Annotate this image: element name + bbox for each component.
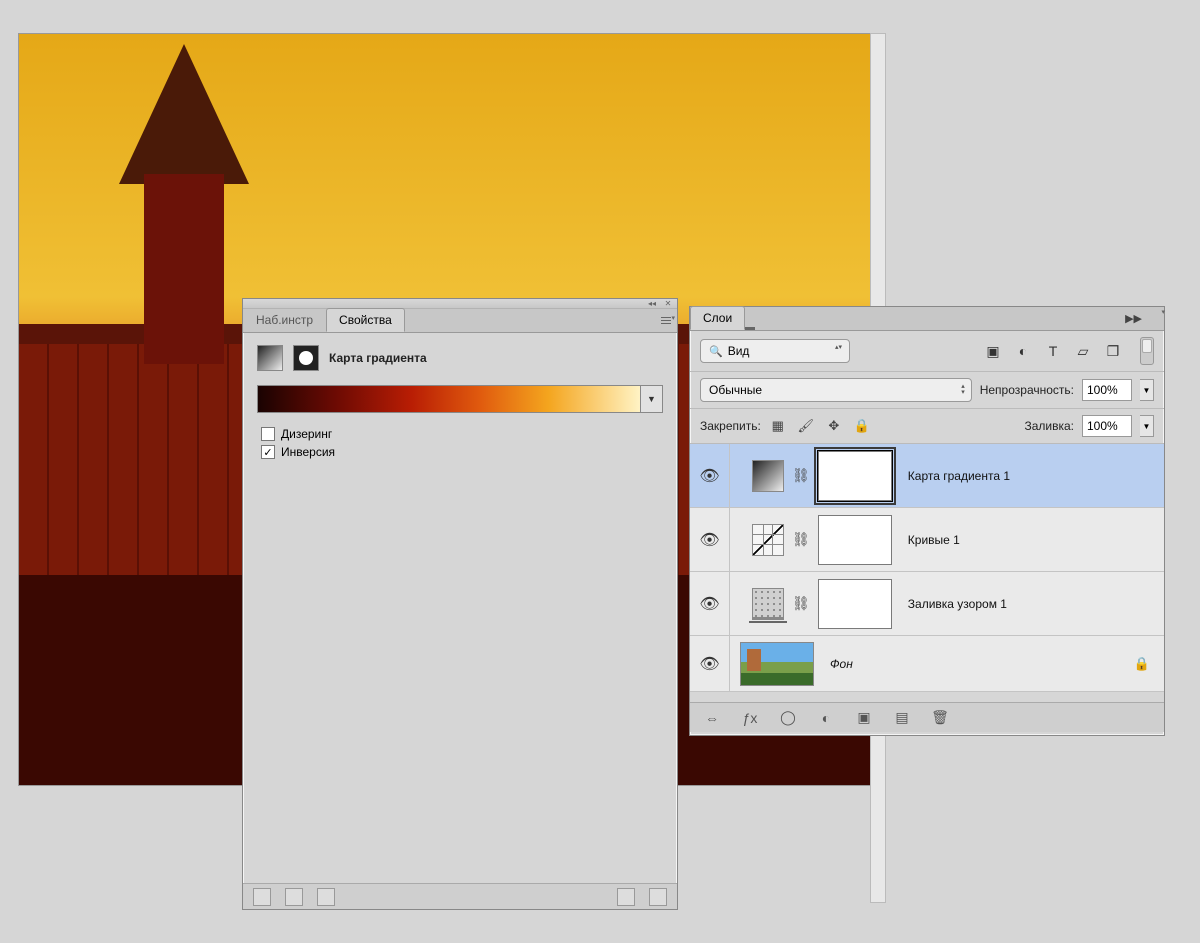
dither-label: Дизеринг bbox=[281, 427, 332, 441]
adjustment-header: Карта градиента bbox=[257, 345, 663, 371]
gradient-picker-dropdown[interactable]: ▼ bbox=[641, 385, 663, 413]
layer-thumb-background[interactable] bbox=[740, 642, 814, 686]
layers-blend-bar: Обычные Непрозрачность: 100% ▼ bbox=[690, 372, 1164, 409]
dither-checkbox-row[interactable]: Дизеринг bbox=[261, 427, 663, 441]
opacity-input[interactable]: 100% bbox=[1082, 379, 1132, 401]
filter-smartobject-icon[interactable]: ❐ bbox=[1104, 343, 1122, 359]
delete-layer-icon[interactable]: 🗑 bbox=[930, 708, 950, 728]
visibility-toggle-icon[interactable]: 👁 bbox=[699, 530, 719, 550]
opacity-dropdown[interactable]: ▼ bbox=[1140, 379, 1154, 401]
layer-mask-thumb[interactable] bbox=[818, 451, 892, 501]
blend-mode-select[interactable]: Обычные bbox=[700, 378, 972, 402]
image-tower bbox=[119, 44, 249, 364]
adjustment-thumb-curves-icon[interactable] bbox=[752, 524, 784, 556]
link-icon[interactable]: ⛓ bbox=[792, 531, 810, 548]
layer-filter-type-value: Вид bbox=[728, 344, 750, 358]
layers-footer: ⇔ ƒx ◯ ◐ ▣ ▤ 🗑 bbox=[690, 702, 1164, 732]
fill-label: Заливка: bbox=[1024, 419, 1074, 433]
fill-value: 100% bbox=[1087, 419, 1118, 433]
properties-panel: ◂◂ ✕ Наб.инстр Свойства Карта градиента … bbox=[242, 298, 678, 910]
filter-pixel-icon[interactable]: ▣ bbox=[984, 343, 1002, 359]
new-adjustment-icon[interactable]: ◐ bbox=[816, 708, 836, 728]
reset-icon[interactable] bbox=[317, 888, 335, 906]
filter-type-icon[interactable]: T bbox=[1044, 343, 1062, 359]
new-layer-icon[interactable]: ▤ bbox=[892, 708, 912, 728]
layers-filter-bar: Вид ▣ ◐ T ▱ ❐ bbox=[690, 331, 1164, 372]
lock-label: Закрепить: bbox=[700, 419, 761, 433]
collapse-icon[interactable]: ◂◂ bbox=[646, 301, 658, 307]
invert-label: Инверсия bbox=[281, 445, 335, 459]
fill-dropdown[interactable]: ▼ bbox=[1140, 415, 1154, 437]
tab-properties[interactable]: Свойства bbox=[326, 308, 405, 332]
tab-tool-presets[interactable]: Наб.инстр bbox=[243, 308, 326, 332]
lock-transparency-icon[interactable]: ▦ bbox=[769, 417, 787, 435]
layer-style-icon[interactable]: ƒx bbox=[740, 708, 760, 728]
view-previous-state-icon[interactable] bbox=[285, 888, 303, 906]
opacity-label: Непрозрачность: bbox=[980, 383, 1074, 397]
layer-mask-icon[interactable] bbox=[293, 345, 319, 371]
layer-row-curves[interactable]: 👁 ⛓ Кривые 1 bbox=[690, 508, 1164, 572]
invert-checkbox-row[interactable]: ✓ Инверсия bbox=[261, 445, 663, 459]
layers-list: 👁 ⛓ Карта градиента 1 👁 ⛓ Кривые 1 👁 ⛓ З… bbox=[690, 444, 1164, 692]
adjustment-thumb-gradient-icon[interactable] bbox=[752, 460, 784, 492]
layer-row-pattern-fill[interactable]: 👁 ⛓ Заливка узором 1 bbox=[690, 572, 1164, 636]
properties-footer bbox=[243, 883, 677, 909]
invert-checkbox[interactable]: ✓ bbox=[261, 445, 275, 459]
delete-adjustment-icon[interactable] bbox=[649, 888, 667, 906]
gradient-preview[interactable] bbox=[257, 385, 641, 413]
fill-input[interactable]: 100% bbox=[1082, 415, 1132, 437]
close-icon[interactable]: ✕ bbox=[662, 301, 674, 307]
tab-layers[interactable]: Слои bbox=[690, 306, 745, 330]
link-icon[interactable]: ⛓ bbox=[792, 467, 810, 484]
layers-menu-icon[interactable] bbox=[745, 327, 755, 330]
opacity-value: 100% bbox=[1087, 383, 1118, 397]
layers-lock-bar: Закрепить: ▦ 🖌 ✥ 🔒 Заливка: 100% ▼ bbox=[690, 409, 1164, 444]
layer-name[interactable]: Карта градиента 1 bbox=[908, 469, 1010, 483]
layers-tab-row: Слои ▶▶ bbox=[690, 307, 1164, 331]
filter-adjustment-icon[interactable]: ◐ bbox=[1014, 343, 1032, 359]
layer-mask-thumb[interactable] bbox=[818, 579, 892, 629]
canvas-pasteboard bbox=[18, 786, 242, 906]
layers-panel: Слои ▶▶ Вид ▣ ◐ T ▱ ❐ Обычные Непрозрачн… bbox=[689, 306, 1165, 736]
clip-to-layer-icon[interactable] bbox=[253, 888, 271, 906]
visibility-toggle-icon[interactable]: 👁 bbox=[699, 594, 719, 614]
toggle-visibility-icon[interactable] bbox=[617, 888, 635, 906]
new-group-icon[interactable]: ▣ bbox=[854, 708, 874, 728]
properties-tab-row: Наб.инстр Свойства bbox=[243, 309, 677, 333]
dither-checkbox[interactable] bbox=[261, 427, 275, 441]
layer-name[interactable]: Фон bbox=[830, 657, 853, 671]
lock-all-icon[interactable]: 🔒 bbox=[853, 417, 871, 435]
locked-icon[interactable]: 🔒 bbox=[1134, 656, 1150, 672]
layer-mask-thumb[interactable] bbox=[818, 515, 892, 565]
gradient-map-icon bbox=[257, 345, 283, 371]
layer-name[interactable]: Кривые 1 bbox=[908, 533, 960, 547]
visibility-toggle-icon[interactable]: 👁 bbox=[699, 654, 719, 674]
layer-name[interactable]: Заливка узором 1 bbox=[908, 597, 1007, 611]
panel-menu-icon[interactable] bbox=[658, 313, 674, 327]
lock-position-icon[interactable]: ✥ bbox=[825, 417, 843, 435]
filter-toggle[interactable] bbox=[1140, 337, 1154, 365]
blend-mode-value: Обычные bbox=[709, 383, 762, 397]
layer-row-gradient-map[interactable]: 👁 ⛓ Карта градиента 1 bbox=[690, 444, 1164, 508]
lock-pixels-icon[interactable]: 🖌 bbox=[797, 417, 815, 435]
add-mask-icon[interactable]: ◯ bbox=[778, 708, 798, 728]
filter-shape-icon[interactable]: ▱ bbox=[1074, 343, 1092, 359]
adjustment-title: Карта градиента bbox=[329, 351, 427, 365]
link-layers-icon[interactable]: ⇔ bbox=[702, 708, 722, 728]
visibility-toggle-icon[interactable]: 👁 bbox=[699, 466, 719, 486]
layer-row-background[interactable]: 👁 Фон 🔒 bbox=[690, 636, 1164, 692]
expand-icon[interactable]: ▶▶ bbox=[1125, 312, 1142, 325]
link-icon[interactable]: ⛓ bbox=[792, 595, 810, 612]
layer-filter-type-select[interactable]: Вид bbox=[700, 339, 850, 363]
adjustment-thumb-pattern-icon[interactable] bbox=[752, 588, 784, 620]
